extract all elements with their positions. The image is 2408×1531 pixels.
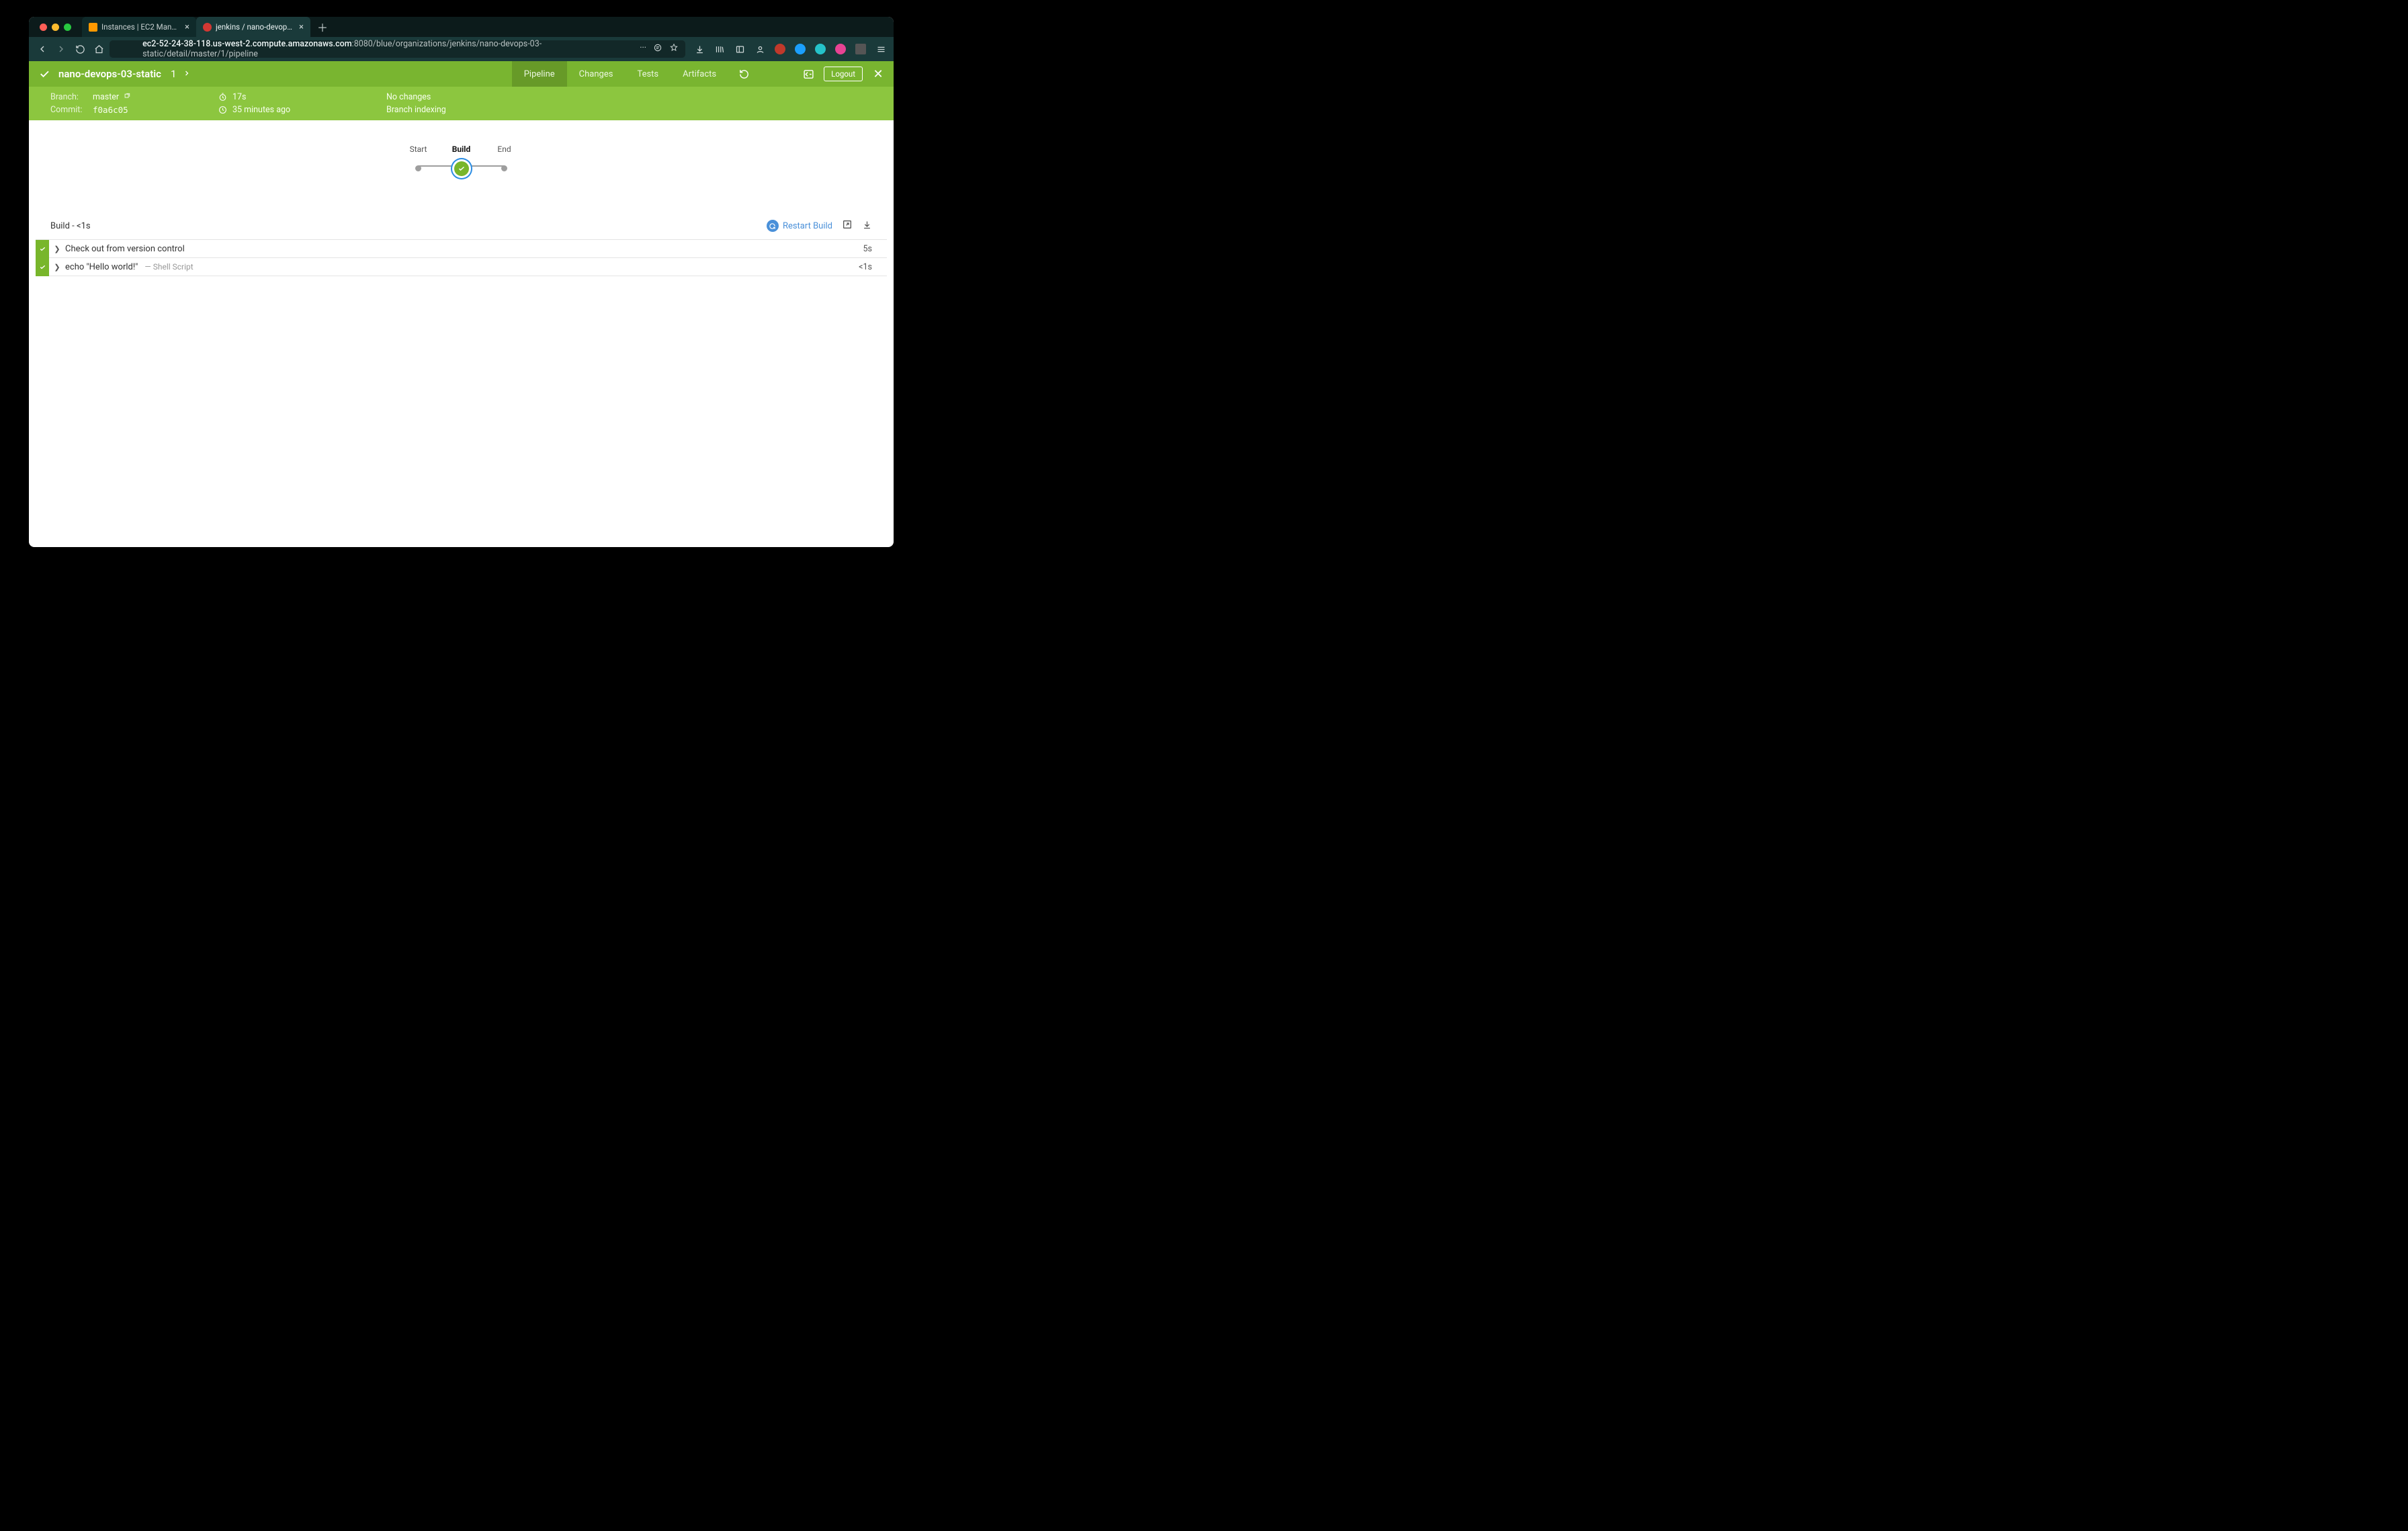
chevron-right-icon: ❯ bbox=[49, 245, 65, 253]
edit-icon[interactable] bbox=[759, 68, 771, 80]
tab-close-icon[interactable]: × bbox=[299, 23, 304, 32]
tab-title: Instances | EC2 Management C bbox=[101, 22, 181, 32]
extension-icon[interactable] bbox=[773, 42, 787, 56]
bookmark-star-icon[interactable] bbox=[669, 43, 679, 55]
jenkins-favicon-icon bbox=[203, 23, 212, 32]
step-list: ❯ Check out from version control 5s ❯ ec… bbox=[36, 239, 887, 276]
graph-end-node bbox=[501, 165, 507, 171]
step-duration: 5s bbox=[863, 244, 872, 254]
pipeline-graph: Start Build End bbox=[29, 120, 894, 214]
graph-stage-label[interactable]: Build bbox=[452, 144, 471, 154]
cause-message: Branch indexing bbox=[386, 105, 446, 115]
extension-icon[interactable] bbox=[833, 42, 848, 56]
logout-button[interactable]: Logout bbox=[824, 67, 863, 81]
tab-title: jenkins / nano-devops-03-stati bbox=[216, 22, 295, 32]
extension-icon[interactable] bbox=[853, 42, 868, 56]
browser-tab-strip: Instances | EC2 Management C × jenkins /… bbox=[29, 17, 894, 37]
graph-end-label: End bbox=[497, 144, 511, 154]
step-duration: <1s bbox=[859, 262, 872, 272]
duration-value: 17s bbox=[232, 92, 247, 102]
clock-icon bbox=[218, 106, 227, 114]
more-icon[interactable]: ··· bbox=[640, 43, 646, 55]
restart-build-button[interactable]: Restart Build bbox=[767, 220, 832, 232]
lock-insecure-icon bbox=[130, 44, 139, 54]
pipeline-title: nano-devops-03-static bbox=[58, 68, 161, 80]
tab-close-icon[interactable]: × bbox=[185, 23, 189, 32]
aws-favicon-icon bbox=[89, 23, 97, 32]
chevron-right-icon: ❯ bbox=[49, 263, 65, 272]
time-ago-value: 35 minutes ago bbox=[232, 105, 290, 115]
close-icon[interactable]: ✕ bbox=[872, 68, 884, 80]
graph-start-label: Start bbox=[410, 144, 427, 154]
reader-icon[interactable] bbox=[653, 43, 662, 55]
address-bar[interactable]: ec2-52-24-38-118.us-west-2.compute.amazo… bbox=[110, 40, 685, 58]
step-status-success-icon bbox=[36, 240, 49, 258]
steps-title: Build - <1s bbox=[50, 221, 91, 231]
address-text: ec2-52-24-38-118.us-west-2.compute.amazo… bbox=[142, 39, 640, 59]
window-max-dot[interactable] bbox=[64, 24, 71, 31]
classic-ui-icon[interactable] bbox=[802, 68, 814, 80]
download-icon[interactable] bbox=[692, 42, 707, 56]
shield-icon bbox=[116, 44, 126, 54]
sidebar-icon[interactable] bbox=[732, 42, 747, 56]
graph-start-node bbox=[415, 165, 421, 171]
extension-icon[interactable] bbox=[813, 42, 828, 56]
hamburger-menu-icon[interactable] bbox=[873, 42, 888, 56]
window-controls bbox=[36, 17, 75, 37]
tab-changes[interactable]: Changes bbox=[567, 61, 626, 87]
extension-icon[interactable] bbox=[793, 42, 808, 56]
step-row[interactable]: ❯ echo "Hello world!" — Shell Script <1s bbox=[36, 258, 887, 276]
rerun-icon[interactable] bbox=[738, 68, 750, 80]
tab-pipeline[interactable]: Pipeline bbox=[512, 61, 567, 87]
restart-icon bbox=[767, 220, 779, 232]
nav-forward-button[interactable] bbox=[53, 41, 69, 57]
download-log-icon[interactable] bbox=[862, 220, 872, 233]
stopwatch-icon bbox=[218, 93, 227, 101]
commit-label: Commit: bbox=[50, 105, 87, 115]
tab-tests[interactable]: Tests bbox=[625, 61, 671, 87]
step-row[interactable]: ❯ Check out from version control 5s bbox=[36, 240, 887, 258]
browser-url-bar: ec2-52-24-38-118.us-west-2.compute.amazo… bbox=[29, 37, 894, 61]
step-sub: — Shell Script bbox=[144, 262, 193, 272]
run-number: 1 bbox=[171, 68, 176, 80]
gear-icon[interactable] bbox=[781, 68, 793, 80]
commit-value: f0a6c05 bbox=[93, 105, 128, 115]
browser-tab[interactable]: Instances | EC2 Management C × bbox=[82, 17, 196, 37]
status-success-icon bbox=[38, 68, 50, 80]
pipeline-header: nano-devops-03-static 1 Pipeline Changes… bbox=[29, 61, 894, 87]
nav-reload-button[interactable] bbox=[72, 41, 88, 57]
nav-home-button[interactable] bbox=[91, 41, 107, 57]
changes-message: No changes bbox=[386, 92, 431, 102]
window-close-dot[interactable] bbox=[40, 24, 47, 31]
browser-tab[interactable]: jenkins / nano-devops-03-stati × bbox=[196, 17, 310, 37]
library-icon[interactable] bbox=[712, 42, 727, 56]
account-icon[interactable] bbox=[752, 42, 767, 56]
nav-back-button[interactable] bbox=[34, 41, 50, 57]
run-summary-bar: Branch: master Commit: f0a6c05 17s 35 mi… bbox=[29, 87, 894, 120]
chevron-right-icon[interactable] bbox=[183, 68, 191, 80]
step-status-success-icon bbox=[36, 258, 49, 276]
branch-label: Branch: bbox=[50, 92, 87, 102]
step-name: Check out from version control bbox=[65, 244, 185, 254]
tab-artifacts[interactable]: Artifacts bbox=[671, 61, 728, 87]
step-name: echo "Hello world!" bbox=[65, 262, 138, 272]
branch-link[interactable]: master bbox=[93, 92, 130, 102]
new-tab-button[interactable]: ＋ bbox=[310, 17, 335, 37]
window-min-dot[interactable] bbox=[52, 24, 59, 31]
open-log-icon[interactable] bbox=[842, 219, 853, 233]
graph-stage-node[interactable] bbox=[454, 161, 469, 176]
